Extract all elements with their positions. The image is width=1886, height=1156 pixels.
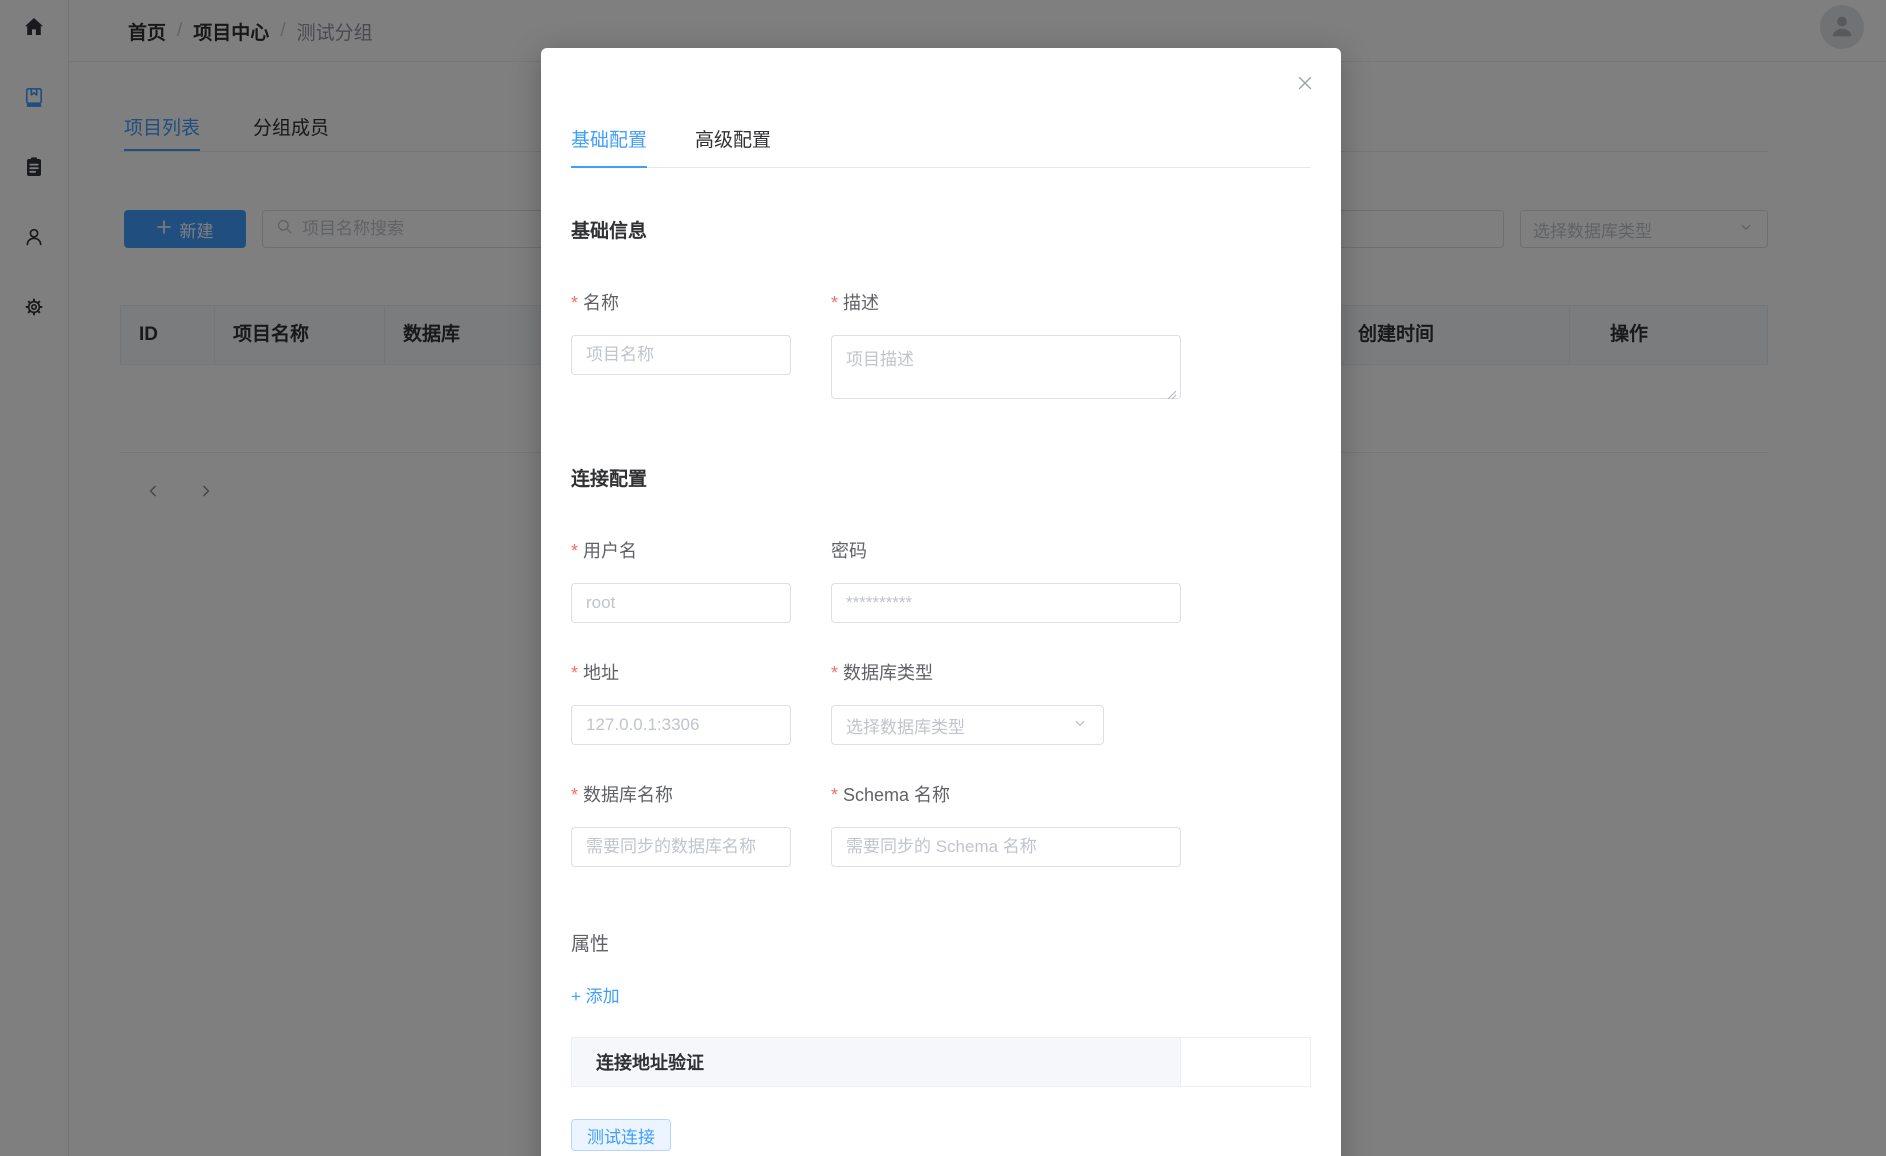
basic-info-section-title: 基础信息 bbox=[571, 216, 1311, 243]
schema-name-input[interactable] bbox=[831, 827, 1181, 867]
password-field: 密码 bbox=[831, 541, 1181, 623]
dialog-tabs: 基础配置 高级配置 bbox=[571, 125, 1311, 168]
db-type-field: *数据库类型 选择数据库类型 bbox=[831, 663, 1181, 745]
required-mark: * bbox=[571, 785, 578, 805]
address-label: *地址 bbox=[571, 663, 791, 683]
db-name-input[interactable] bbox=[571, 827, 791, 867]
schema-name-field: *Schema 名称 bbox=[831, 785, 1181, 867]
description-textarea[interactable] bbox=[831, 335, 1181, 399]
username-label: *用户名 bbox=[571, 541, 791, 561]
db-type-label: *数据库类型 bbox=[831, 663, 1181, 683]
username-field: *用户名 bbox=[571, 541, 791, 623]
attribute-row-label: 连接地址验证 bbox=[572, 1038, 1181, 1086]
screen: 首页 / 项目中心 / 测试分组 项目列表 分组成员 新建 bbox=[0, 0, 1886, 1156]
required-mark: * bbox=[571, 541, 578, 561]
add-attribute-link[interactable]: + 添加 bbox=[571, 982, 620, 1007]
tab-basic-config[interactable]: 基础配置 bbox=[571, 125, 647, 168]
password-input[interactable] bbox=[831, 583, 1181, 623]
required-mark: * bbox=[831, 785, 838, 805]
description-field: *描述 bbox=[831, 293, 1181, 404]
required-mark: * bbox=[571, 663, 578, 683]
address-input[interactable] bbox=[571, 705, 791, 745]
name-field: *名称 bbox=[571, 293, 791, 404]
attribute-row: 连接地址验证 bbox=[571, 1037, 1311, 1087]
db-type-select[interactable]: 选择数据库类型 bbox=[831, 705, 1104, 745]
address-field: *地址 bbox=[571, 663, 791, 745]
connection-section-title: 连接配置 bbox=[571, 464, 1311, 491]
required-mark: * bbox=[831, 663, 838, 683]
required-mark: * bbox=[571, 293, 578, 313]
db-name-field: *数据库名称 bbox=[571, 785, 791, 867]
description-label: *描述 bbox=[831, 293, 1181, 313]
password-label: 密码 bbox=[831, 541, 1181, 561]
attributes-section-title: 属性 bbox=[571, 929, 1311, 956]
schema-name-label: *Schema 名称 bbox=[831, 785, 1181, 805]
chevron-down-icon bbox=[1071, 714, 1089, 737]
dialog-close-button[interactable] bbox=[1294, 72, 1316, 94]
project-config-dialog: 基础配置 高级配置 基础信息 *名称 *描述 连接配置 bbox=[541, 48, 1341, 1156]
db-name-label: *数据库名称 bbox=[571, 785, 791, 805]
db-type-select-placeholder: 选择数据库类型 bbox=[846, 713, 965, 738]
test-connection-button[interactable]: 测试连接 bbox=[571, 1119, 671, 1151]
tab-advanced-config[interactable]: 高级配置 bbox=[695, 125, 771, 168]
name-input[interactable] bbox=[571, 335, 791, 375]
name-label: *名称 bbox=[571, 293, 791, 313]
required-mark: * bbox=[831, 293, 838, 313]
username-input[interactable] bbox=[571, 583, 791, 623]
close-icon bbox=[1294, 72, 1316, 94]
attribute-row-value[interactable] bbox=[1181, 1038, 1310, 1086]
